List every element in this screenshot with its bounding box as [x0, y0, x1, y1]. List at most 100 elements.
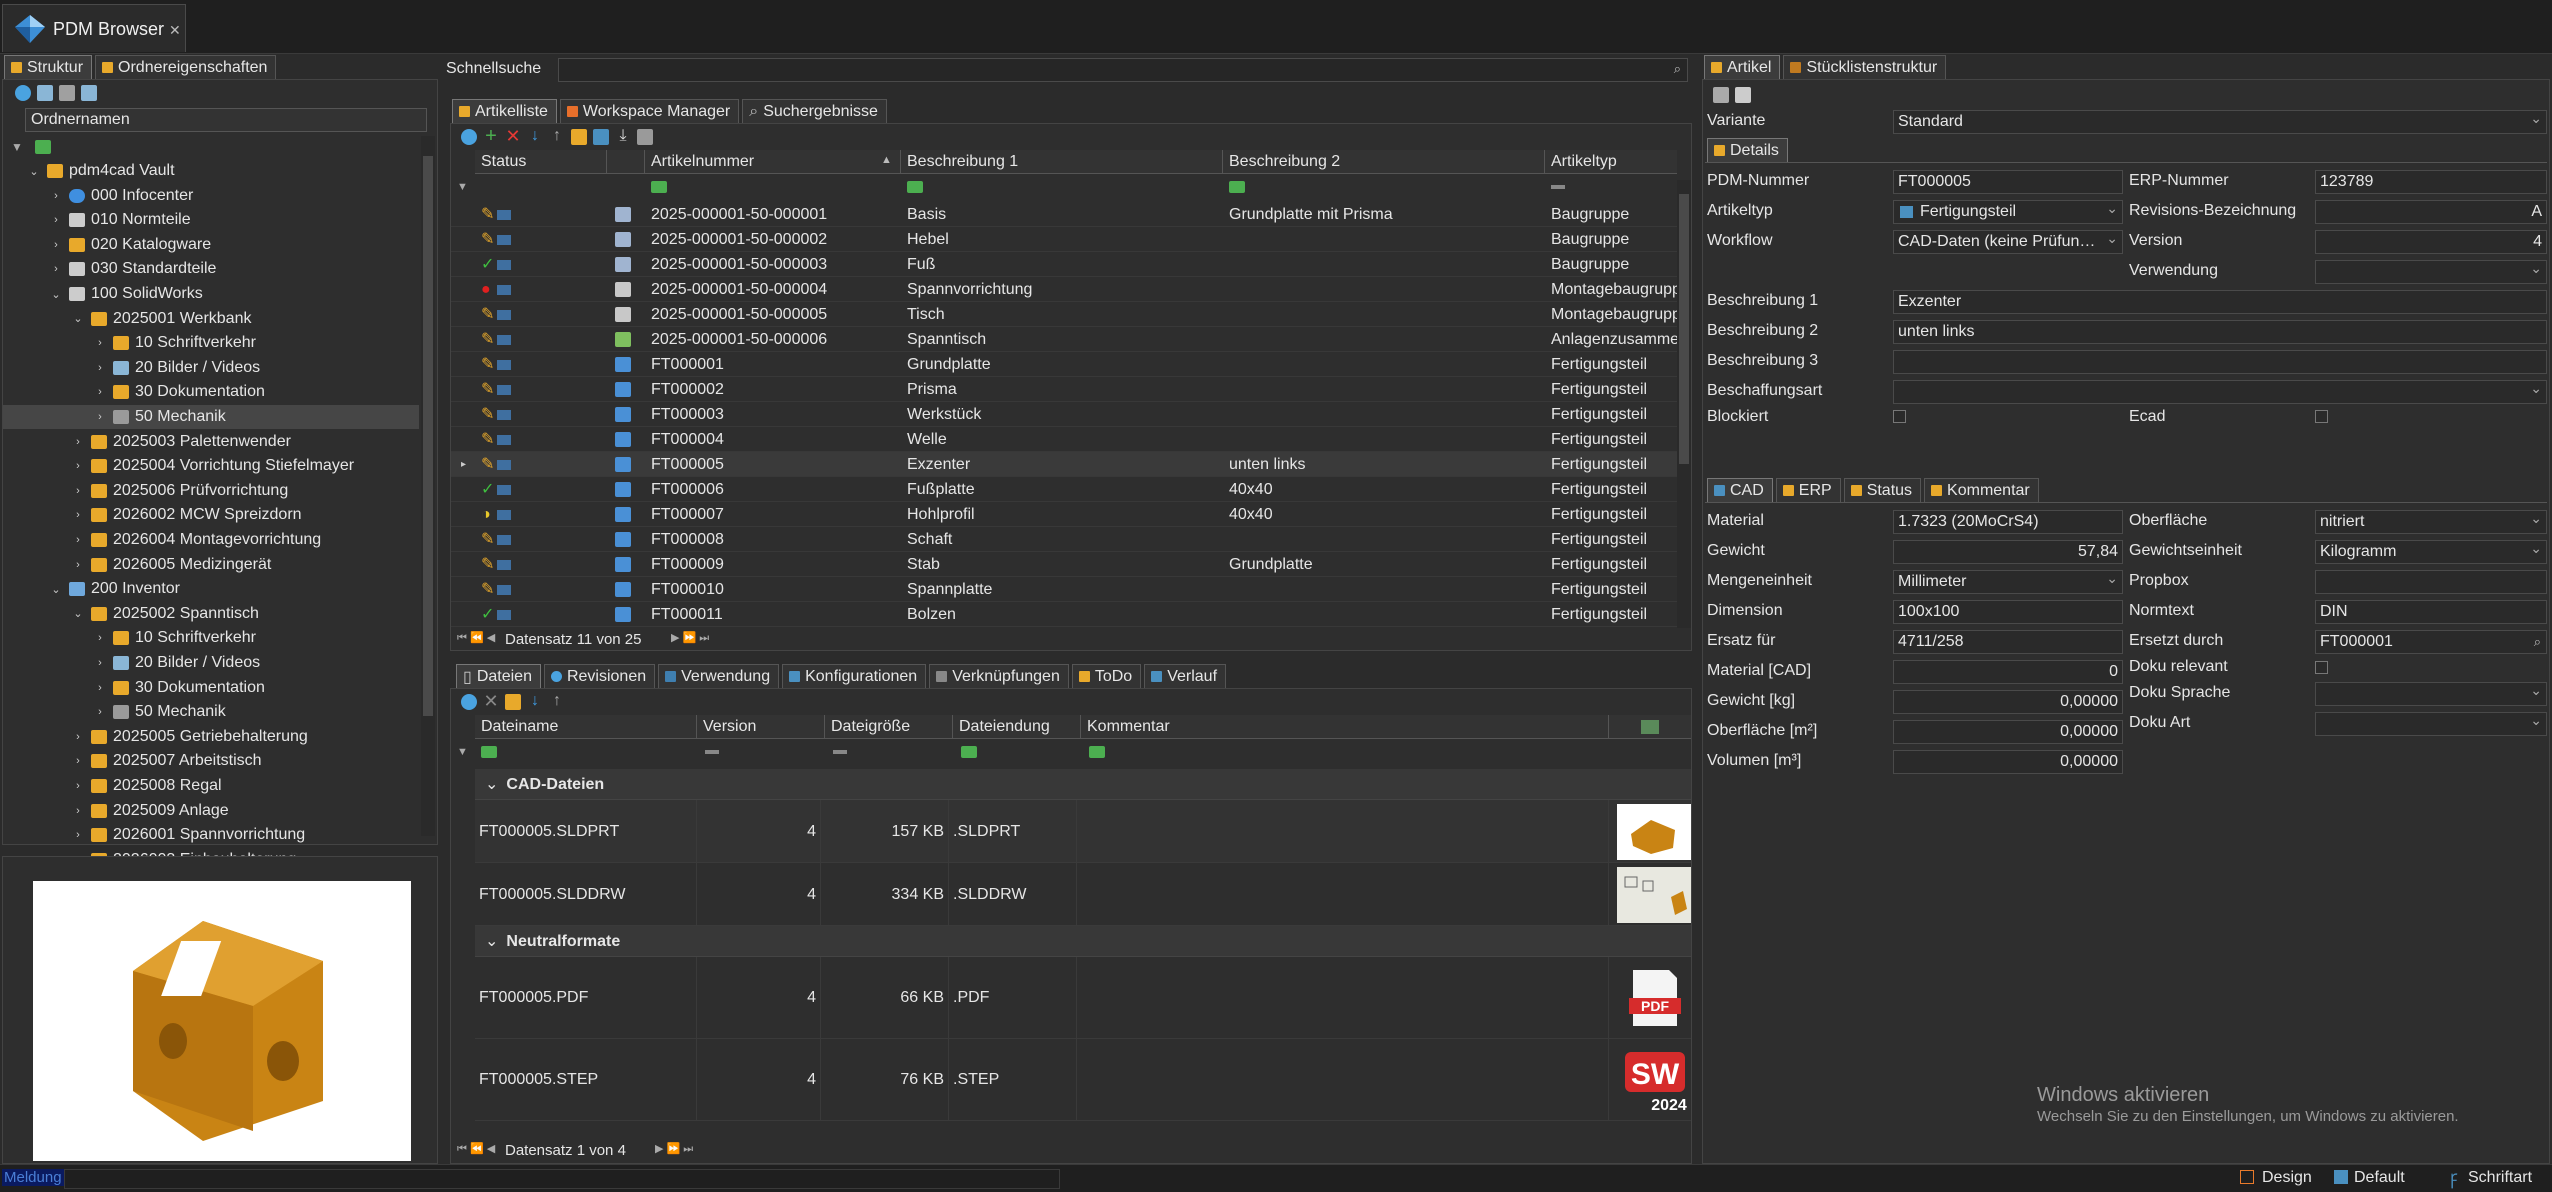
doc-language-select[interactable]	[2315, 682, 2547, 706]
tab-verknuepfungen[interactable]: Verknüpfungen	[929, 664, 1069, 688]
tree-item[interactable]: ⌄ 2025002 Spanntisch	[3, 602, 419, 626]
search-icon[interactable]: ⌕	[1674, 61, 1681, 77]
replaced-by-field[interactable]: FT000001 ⌕	[2315, 630, 2547, 654]
tree-item[interactable]: › 50 Mechanik	[3, 700, 419, 724]
variant-select[interactable]: Standard	[1893, 110, 2547, 134]
app-tab[interactable]: PDM Browser ✕	[2, 4, 186, 52]
dimension-field[interactable]: 100x100	[1893, 600, 2123, 624]
col-dateiname[interactable]: Dateiname	[475, 715, 697, 739]
article-row[interactable]: ✎ FT000001 Grundplatte Fertigungsteil	[451, 352, 1677, 377]
article-row[interactable]: ✎ FT000009 Stab Grundplatte Fertigungsteil	[451, 552, 1677, 577]
nav-last-icon[interactable]: ▶ ⏩ ⏭	[671, 631, 709, 645]
article-row[interactable]: ▸ ✎ FT000005 Exzenter unten links Fertigungst…	[451, 452, 1677, 477]
tree-item[interactable]: › 2025005 Getriebehalterung	[3, 725, 419, 749]
article-row[interactable]: ✓ FT000011 Bolzen Fertigungsteil	[451, 602, 1677, 627]
arrow-up-icon[interactable]: ↑	[549, 693, 565, 710]
tab-status[interactable]: Status	[1843, 478, 1922, 502]
chevron-down-icon[interactable]: ⌄	[27, 165, 41, 178]
nav-first-icon[interactable]: ⏮ ⏪ ◀	[457, 631, 495, 645]
article-row[interactable]: ✓ 2025-000001-50-000003 Fuß Baugruppe	[451, 252, 1677, 277]
tree-filter-row[interactable]: ▼	[7, 138, 427, 158]
refresh-icon[interactable]	[461, 694, 477, 710]
print-icon[interactable]	[1735, 87, 1751, 103]
usage-select[interactable]	[2315, 260, 2547, 284]
refresh-icon[interactable]	[15, 85, 31, 101]
add-icon[interactable]: +	[483, 126, 499, 146]
doc-type-select[interactable]	[2315, 712, 2547, 736]
chevron-right-icon[interactable]: ›	[71, 829, 85, 841]
search-icon[interactable]: ⌕	[2534, 631, 2541, 653]
col-status[interactable]: Status	[475, 150, 607, 174]
tree-item[interactable]: › 2026005 Medizingerät	[3, 553, 419, 577]
file-group-header[interactable]: ⌄ CAD-Dateien	[475, 769, 1691, 800]
tree-item[interactable]: › 10 Schriftverkehr	[3, 331, 419, 355]
article-scrollbar[interactable]	[1677, 180, 1691, 628]
revision-field[interactable]: A	[2315, 200, 2547, 224]
open-folder-icon[interactable]	[505, 694, 521, 710]
design-menu[interactable]: Design	[2262, 1169, 2312, 1187]
tab-ordnereigenschaften[interactable]: Ordnereigenschaften	[95, 55, 277, 79]
norm-text-field[interactable]: DIN	[2315, 600, 2547, 624]
tree-item[interactable]: › 2025007 Arbeitstisch	[3, 749, 419, 773]
chevron-right-icon[interactable]: ›	[71, 731, 85, 743]
tab-verwendung[interactable]: Verwendung	[658, 664, 780, 688]
chevron-right-icon[interactable]: ›	[71, 805, 85, 817]
erp-number-field[interactable]: 123789	[2315, 170, 2547, 194]
weight-field[interactable]: 57,84	[1893, 540, 2123, 564]
col-thumbnail[interactable]	[1609, 715, 1691, 739]
chevron-right-icon[interactable]: ›	[93, 337, 107, 349]
tab-dateien[interactable]: ▯ Dateien	[456, 664, 541, 688]
article-row[interactable]: ✎ 2025-000001-50-000006 Spanntisch Anlagenz…	[451, 327, 1677, 352]
chevron-right-icon[interactable]: ›	[71, 460, 85, 472]
tree-scrollbar[interactable]	[421, 136, 435, 836]
tree-item[interactable]: ⌄ 200 Inventor	[3, 577, 419, 601]
blocked-checkbox[interactable]	[1893, 410, 1906, 423]
delete-icon[interactable]: ✕	[483, 692, 499, 710]
weight-unit-select[interactable]: Kilogramm	[2315, 540, 2547, 564]
chevron-right-icon[interactable]: ›	[49, 263, 63, 275]
article-row[interactable]: ✎ 2025-000001-50-000002 Hebel Baugruppe	[451, 227, 1677, 252]
table-icon[interactable]	[593, 129, 609, 145]
nav-first-icon[interactable]: ⏮ ⏪ ◀	[457, 1142, 495, 1156]
chevron-down-icon[interactable]: ⌄	[49, 583, 63, 596]
chevron-right-icon[interactable]: ›	[93, 386, 107, 398]
tab-artikel[interactable]: Artikel	[1704, 55, 1781, 79]
chevron-right-icon[interactable]: ›	[93, 657, 107, 669]
tree-item[interactable]: ⌄ 2025001 Werkbank	[3, 307, 419, 331]
quantity-unit-select[interactable]: Millimeter	[1893, 570, 2123, 594]
delete-icon[interactable]: ✕	[505, 127, 521, 145]
file-group-header[interactable]: ⌄ Neutralformate	[475, 926, 1691, 957]
tree-item[interactable]: › 2025003 Palettenwender	[3, 430, 419, 454]
tree-item[interactable]: › 2026002 MCW Spreizdorn	[3, 503, 419, 527]
description2-field[interactable]: unten links	[1893, 320, 2547, 344]
chevron-down-icon[interactable]: ⌄	[49, 288, 63, 301]
tree-item[interactable]: › 010 Normteile	[3, 208, 419, 232]
tree-item[interactable]: › 30 Dokumentation	[3, 676, 419, 700]
tab-workspace-manager[interactable]: Workspace Manager	[559, 99, 740, 123]
article-type-select[interactable]: Fertigungsteil	[1893, 200, 2123, 224]
material-field[interactable]: 1.7323 (20MoCrS4)	[1893, 510, 2123, 534]
arrow-down-icon[interactable]: ↓	[527, 128, 543, 145]
tree-item[interactable]: › 30 Dokumentation	[3, 380, 419, 404]
tree-item[interactable]: › 2025008 Regal	[3, 774, 419, 798]
tree-item[interactable]: › 10 Schriftverkehr	[3, 626, 419, 650]
tree-item[interactable]: › 20 Bilder / Videos	[3, 651, 419, 675]
save-icon[interactable]	[1713, 87, 1729, 103]
material-cad-field[interactable]: 0	[1893, 660, 2123, 684]
tree-scroll-thumb[interactable]	[423, 156, 433, 716]
chevron-right-icon[interactable]: ›	[93, 362, 107, 374]
chevron-right-icon[interactable]: ›	[49, 190, 63, 202]
tab-artikelliste[interactable]: Artikelliste	[452, 99, 557, 123]
tab-verlauf[interactable]: Verlauf	[1144, 664, 1227, 688]
tree-item[interactable]: › 020 Katalogware	[3, 233, 419, 257]
tab-cad[interactable]: CAD	[1707, 478, 1773, 502]
version-field[interactable]: 4	[2315, 230, 2547, 254]
arrow-down-icon[interactable]: ↓	[527, 693, 543, 710]
tab-erp[interactable]: ERP	[1775, 478, 1841, 502]
description1-field[interactable]: Exzenter	[1893, 290, 2547, 314]
tab-details[interactable]: Details	[1707, 138, 1788, 162]
surface-select[interactable]: nitriert	[2315, 510, 2547, 534]
article-row[interactable]: ✎ FT000002 Prisma Fertigungsteil	[451, 377, 1677, 402]
doc-relevant-checkbox[interactable]	[2315, 661, 2328, 674]
grid-icon[interactable]	[81, 85, 97, 101]
